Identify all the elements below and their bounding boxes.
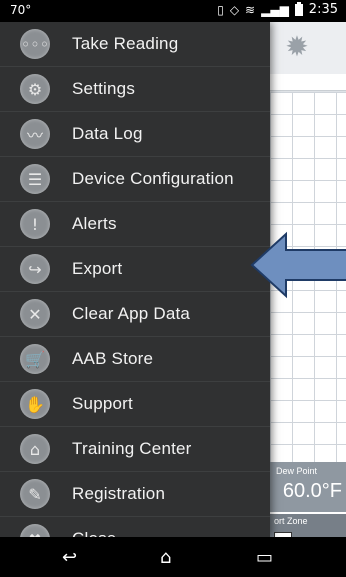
status-bar: 70° ▯ ◇ ≋ ▂▄▆ 2:35 — [0, 0, 346, 22]
menu-item-take-reading[interactable]: ◦◦◦ Take Reading — [0, 22, 270, 67]
menu-item-export[interactable]: ↪ Export — [0, 247, 270, 292]
dew-point-value: 60.0°F — [282, 480, 342, 502]
reading-icon: ◦◦◦ — [20, 29, 50, 59]
menu-item-support[interactable]: ✋ Support — [0, 382, 270, 427]
menu-item-label: Support — [72, 394, 133, 413]
signal-icon: ▂▄▆ — [261, 2, 289, 17]
menu-item-label: Export — [72, 259, 123, 278]
gear-icon[interactable]: ✹ — [282, 32, 312, 62]
clock: 2:35 — [308, 2, 338, 17]
alarm-icon: ◇ — [229, 2, 240, 17]
menu-item-registration[interactable]: ✎ Registration — [0, 472, 270, 517]
menu-item-training-center[interactable]: ⌂ Training Center — [0, 427, 270, 472]
home-icon[interactable]: ⌂ — [160, 547, 171, 568]
vibrate-icon: ▯ — [217, 2, 224, 17]
menu-item-label: Device Configuration — [72, 169, 234, 188]
menu-item-label: Close — [72, 529, 116, 537]
menu-item-close[interactable]: ✖ Close — [0, 517, 270, 537]
menu-item-label: Data Log — [72, 124, 143, 143]
pointer-arrow-icon — [250, 231, 346, 299]
battery-icon — [294, 1, 303, 16]
menu-item-label: Alerts — [72, 214, 117, 233]
settings-icon: ⚙ — [20, 74, 50, 104]
menu-item-alerts[interactable]: ! Alerts — [0, 202, 270, 247]
close-icon: ✖ — [20, 524, 50, 537]
device-icon: ☰ — [20, 164, 50, 194]
menu-item-label: Training Center — [72, 439, 192, 458]
menu-item-device-configuration[interactable]: ☰ Device Configuration — [0, 157, 270, 202]
alert-icon: ! — [20, 209, 50, 239]
menu-item-label: Clear App Data — [72, 304, 191, 323]
export-icon: ↪ — [20, 254, 50, 284]
menu-item-label: Registration — [72, 484, 166, 503]
training-icon: ⌂ — [20, 434, 50, 464]
registration-icon: ✎ — [20, 479, 50, 509]
comfort-zone-label: ort Zone — [274, 516, 308, 526]
wifi-icon: ≋ — [245, 2, 256, 17]
menu-item-label: Take Reading — [72, 34, 179, 53]
back-icon[interactable]: ↩ — [62, 547, 77, 568]
menu-item-settings[interactable]: ⚙ Settings — [0, 67, 270, 112]
navigation-bar: ↩ ⌂ ▭ — [0, 537, 346, 577]
clear-data-icon: ✕ — [20, 299, 50, 329]
temperature-indicator: 70° — [10, 3, 32, 17]
dew-point-title: Dew Point — [276, 466, 318, 476]
menu-item-data-log[interactable]: 〰 Data Log — [0, 112, 270, 157]
cart-icon: 🛒 — [20, 344, 50, 374]
status-icons: ▯ ◇ ≋ ▂▄▆ 2:35 — [217, 1, 338, 17]
menu-item-label: Settings — [72, 79, 136, 98]
navigation-drawer: ◦◦◦ Take Reading ⚙ Settings 〰 Data Log ☰… — [0, 22, 270, 537]
support-icon: ✋ — [20, 389, 50, 419]
menu-item-aab-store[interactable]: 🛒 AAB Store — [0, 337, 270, 382]
data-log-icon: 〰 — [20, 119, 50, 149]
menu-item-clear-app-data[interactable]: ✕ Clear App Data — [0, 292, 270, 337]
recent-apps-icon[interactable]: ▭ — [256, 547, 273, 568]
menu-item-label: AAB Store — [72, 349, 154, 368]
dew-point-panel: Dew Point 60.0°F — [270, 462, 346, 512]
